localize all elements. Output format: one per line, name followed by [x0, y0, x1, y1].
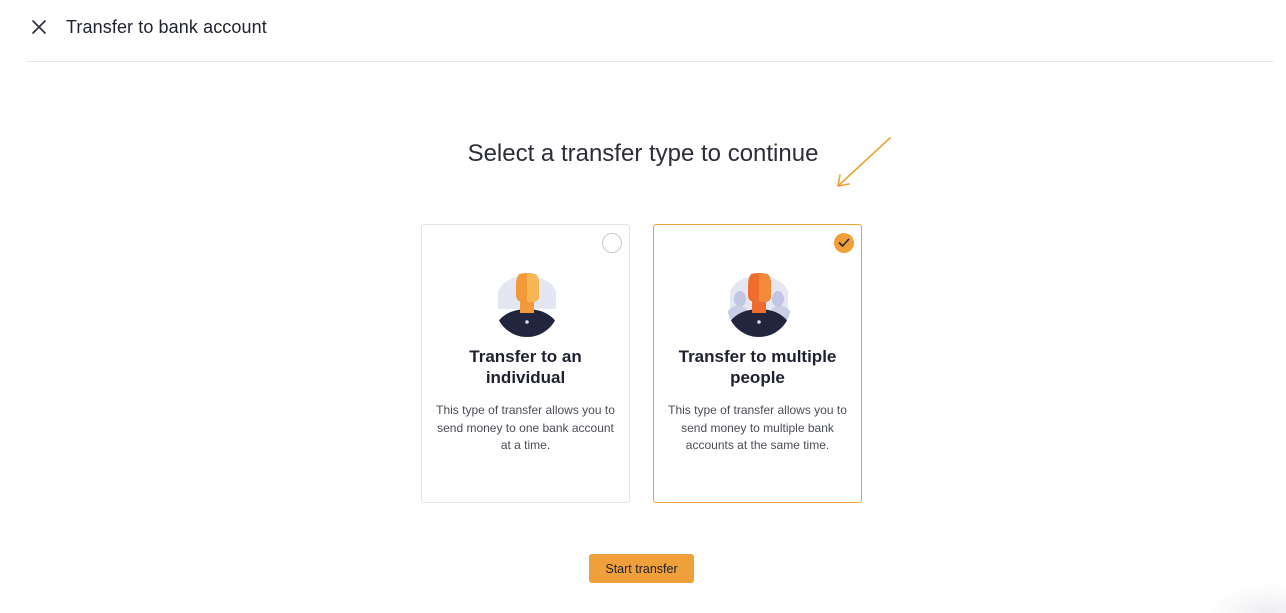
top-bar: Transfer to bank account: [0, 0, 1286, 62]
header-divider: [26, 61, 1274, 62]
option-description: This type of transfer allows you to send…: [668, 403, 847, 452]
radio-unchecked[interactable]: [602, 233, 622, 253]
page-title: Transfer to bank account: [66, 17, 267, 37]
close-icon: [32, 20, 46, 34]
group-avatar-icon: [727, 273, 791, 337]
option-title: Transfer to an individual: [469, 347, 582, 387]
checkmark-icon: [838, 238, 850, 247]
transfer-option-individual[interactable]: Transfer to an individual This type of t…: [421, 224, 630, 503]
corner-shadow: [1206, 583, 1286, 613]
close-button[interactable]: [28, 16, 50, 38]
section-heading: Select a transfer type to continue: [467, 140, 819, 167]
transfer-option-multiple[interactable]: Transfer to multiple people This type of…: [653, 224, 862, 503]
start-transfer-button[interactable]: Start transfer: [589, 554, 694, 583]
pointer-arrow-icon: [837, 137, 891, 187]
option-description: This type of transfer allows you to send…: [436, 403, 615, 452]
individual-avatar-icon: [495, 273, 559, 337]
option-title: Transfer to multiple people: [678, 347, 837, 387]
radio-checked[interactable]: [834, 233, 854, 253]
